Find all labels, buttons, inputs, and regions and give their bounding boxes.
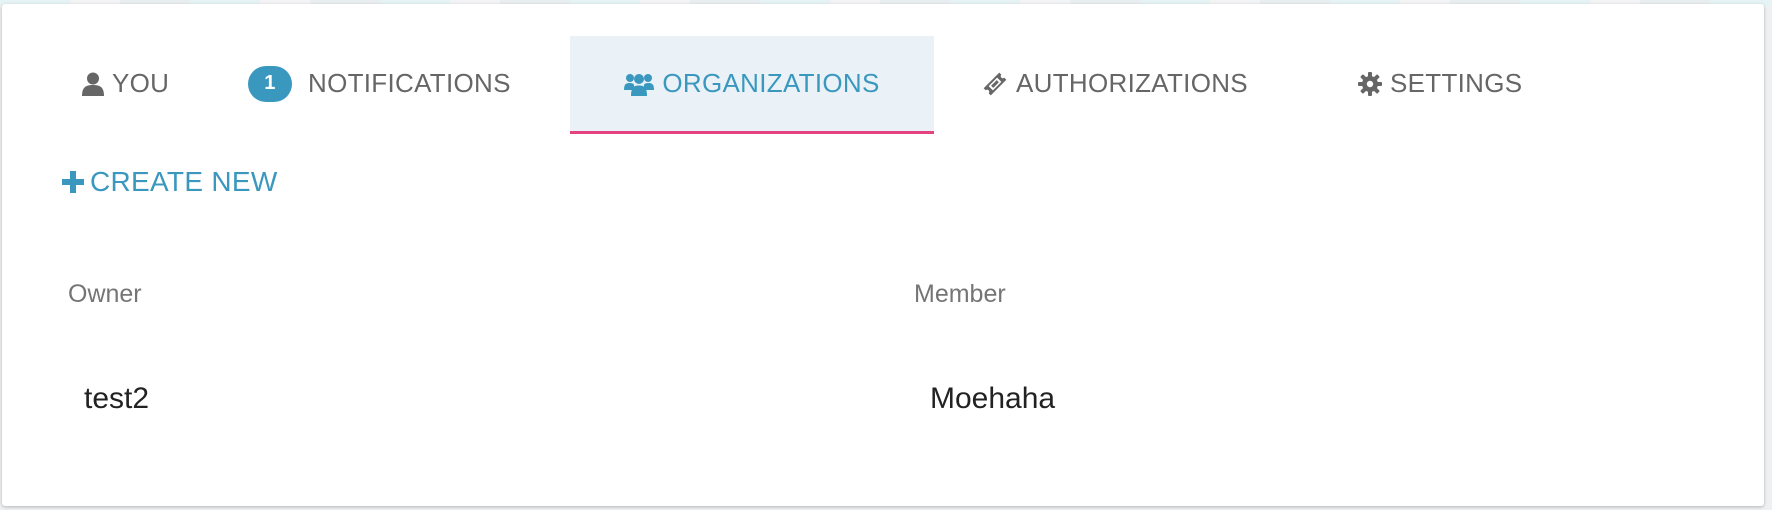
member-organization-item[interactable]: Moehaha bbox=[930, 382, 1055, 416]
tab-organizations-label: ORGANIZATIONS bbox=[662, 68, 880, 98]
owner-organization-item[interactable]: test2 bbox=[84, 382, 149, 416]
tab-you[interactable]: YOU bbox=[82, 36, 169, 131]
user-icon bbox=[82, 72, 104, 96]
profile-card: YOU 1 NOTIFICATIONS ORGANIZATIONS AUTHOR… bbox=[2, 4, 1764, 506]
tab-authorizations-label: AUTHORIZATIONS bbox=[1016, 68, 1248, 98]
notification-count-badge: 1 bbox=[248, 65, 292, 102]
ticket-icon bbox=[982, 71, 1008, 97]
owner-column-header: Owner bbox=[68, 280, 142, 308]
tab-bar: YOU 1 NOTIFICATIONS ORGANIZATIONS AUTHOR… bbox=[2, 36, 1764, 134]
tab-settings[interactable]: SETTINGS bbox=[1358, 36, 1522, 131]
users-icon bbox=[624, 72, 655, 96]
create-new-label: CREATE NEW bbox=[90, 166, 278, 197]
tab-authorizations[interactable]: AUTHORIZATIONS bbox=[982, 36, 1248, 131]
tab-notifications-label: NOTIFICATIONS bbox=[308, 68, 511, 98]
tab-settings-label: SETTINGS bbox=[1390, 68, 1523, 98]
create-new-button[interactable]: CREATE NEW bbox=[62, 166, 278, 198]
tab-you-label: YOU bbox=[112, 68, 170, 98]
plus-icon bbox=[62, 171, 84, 193]
member-column-header: Member bbox=[914, 280, 1006, 308]
gear-icon bbox=[1358, 71, 1382, 96]
tab-notifications[interactable]: 1 NOTIFICATIONS bbox=[248, 36, 511, 131]
tab-organizations[interactable]: ORGANIZATIONS bbox=[570, 36, 934, 134]
